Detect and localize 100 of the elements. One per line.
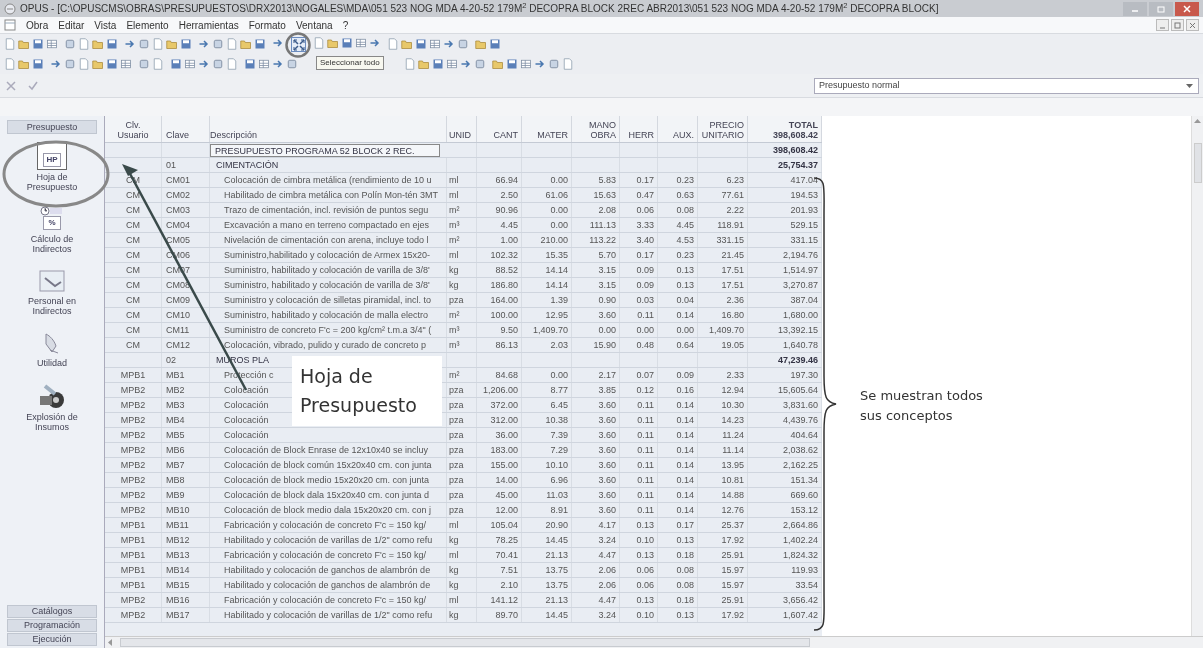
column-header[interactable]: Descripción bbox=[210, 130, 446, 140]
menu-item[interactable]: Ventana bbox=[295, 17, 333, 33]
table-cell: 201.93 bbox=[790, 205, 818, 215]
table-cell: 5.83 bbox=[598, 175, 616, 185]
table-cell: MB1 bbox=[166, 370, 185, 380]
table-cell: 3.60 bbox=[598, 475, 616, 485]
table-cell: 89.70 bbox=[495, 610, 518, 620]
table-cell: MPB1 bbox=[120, 520, 146, 530]
table-cell: m² bbox=[449, 235, 460, 245]
table-cell: 0.11 bbox=[637, 415, 654, 425]
sidebar-tab[interactable]: Programación bbox=[7, 619, 97, 632]
sidebar-tab[interactable]: Catálogos bbox=[7, 605, 97, 618]
menu-item[interactable]: Editar bbox=[58, 17, 85, 33]
table-cell: pza bbox=[449, 505, 464, 515]
table-cell: 14.00 bbox=[495, 475, 518, 485]
table-cell: 3.60 bbox=[598, 460, 616, 470]
table-cell: 3.60 bbox=[598, 415, 616, 425]
table-cell: m³ bbox=[449, 340, 460, 350]
table-cell: CM05 bbox=[166, 235, 190, 245]
menu-item[interactable]: Obra bbox=[26, 17, 49, 33]
table-cell: 1,824.32 bbox=[782, 550, 818, 560]
table-cell: m² bbox=[449, 205, 460, 215]
table-cell: Colocación de block medio 15x20x20 cm. con junta bbox=[224, 475, 430, 485]
menu-item[interactable]: Vista bbox=[94, 17, 117, 33]
table-cell: Fabricación y colocación de concreto F'c = 150 kg/ bbox=[224, 520, 427, 530]
note-text: Se muestran todos sus conceptos bbox=[860, 387, 984, 425]
column-header[interactable]: PRECIO UNITARIO bbox=[701, 120, 744, 140]
table-cell: MB9 bbox=[166, 490, 185, 500]
column-header[interactable]: AUX. bbox=[673, 130, 694, 140]
table-cell: MPB2 bbox=[120, 505, 146, 515]
menu-item[interactable]: Elemento bbox=[126, 17, 169, 33]
sidebar-item[interactable]: % Cálculo de Indirectos bbox=[7, 206, 97, 254]
table-cell: MB8 bbox=[166, 475, 185, 485]
menu-item[interactable]: ? bbox=[342, 17, 349, 33]
table-cell: 6.96 bbox=[550, 475, 568, 485]
column-header[interactable]: UNID bbox=[449, 130, 476, 140]
table-cell: 25.91 bbox=[721, 550, 744, 560]
table-cell: 0.63 bbox=[676, 190, 694, 200]
sidebar-item[interactable]: Explosión de Insumos bbox=[7, 382, 97, 432]
table-cell: 16.80 bbox=[721, 310, 744, 320]
table-cell: MPB2 bbox=[120, 490, 146, 500]
table-cell: 404.64 bbox=[790, 430, 818, 440]
table-cell: MPB1 bbox=[120, 550, 146, 560]
table-cell: CM bbox=[126, 205, 140, 215]
column-header[interactable]: MANO OBRA bbox=[589, 120, 616, 140]
sidebar-item[interactable]: Personal en Indirectos bbox=[7, 268, 97, 316]
table-cell: 0.18 bbox=[676, 595, 694, 605]
table-cell: 0.13 bbox=[676, 280, 694, 290]
table-cell: 0.13 bbox=[676, 610, 694, 620]
table-cell: 0.08 bbox=[676, 580, 694, 590]
table-cell: 17.51 bbox=[721, 265, 744, 275]
column-header[interactable]: CANT bbox=[493, 130, 518, 140]
table-cell: 0.64 bbox=[676, 340, 694, 350]
table-cell: 01 bbox=[166, 160, 176, 170]
table-cell: CM09 bbox=[166, 295, 190, 305]
column-header[interactable]: TOTAL bbox=[788, 120, 818, 130]
table-cell: 4.45 bbox=[500, 220, 518, 230]
column-header[interactable]: MATER bbox=[537, 130, 568, 140]
table-cell: MPB1 bbox=[120, 580, 146, 590]
table-cell: MB11 bbox=[166, 520, 189, 530]
table-cell: 1,206.00 bbox=[482, 385, 518, 395]
table-cell: 2.36 bbox=[726, 295, 744, 305]
table-cell: CM04 bbox=[166, 220, 190, 230]
table-cell: 0.17 bbox=[676, 520, 694, 530]
sidebar-tab[interactable]: Presupuesto bbox=[7, 120, 97, 134]
table-cell: 25.91 bbox=[721, 595, 744, 605]
table-cell: CM01 bbox=[166, 175, 190, 185]
table-cell: 0.13 bbox=[676, 265, 694, 275]
budget-type-dropdown[interactable]: Presupuesto normal bbox=[814, 77, 1199, 94]
table-cell: 17.92 bbox=[721, 535, 744, 545]
sidebar-tab[interactable]: Ejecución bbox=[7, 633, 97, 646]
menu-item[interactable]: Formato bbox=[248, 17, 286, 33]
table-cell: 8.91 bbox=[550, 505, 568, 515]
menu-item[interactable]: Herramientas bbox=[178, 17, 239, 33]
table-cell: Colocación bbox=[224, 415, 269, 425]
table-cell: 14.45 bbox=[545, 535, 568, 545]
table-cell: 0.90 bbox=[598, 295, 616, 305]
column-header[interactable]: Clv. Usuario bbox=[117, 120, 149, 140]
table-cell: 10.10 bbox=[545, 460, 568, 470]
table-cell: 14.88 bbox=[721, 490, 744, 500]
sidebar-item[interactable]: Utilidad bbox=[7, 330, 97, 368]
table-cell: 331.15 bbox=[716, 235, 744, 245]
table-cell: 0.14 bbox=[676, 475, 694, 485]
table-cell: 0.14 bbox=[676, 400, 694, 410]
table-cell: pza bbox=[449, 415, 464, 425]
column-header[interactable]: Clave bbox=[166, 130, 209, 140]
table-cell: m² bbox=[449, 310, 460, 320]
table-cell: 78.25 bbox=[495, 535, 518, 545]
table-cell: 1,402.24 bbox=[782, 535, 818, 545]
table-cell: 4,439.76 bbox=[782, 415, 818, 425]
table-cell: 2.50 bbox=[500, 190, 518, 200]
table-cell: pza bbox=[449, 430, 464, 440]
table-cell: 13,392.15 bbox=[777, 325, 818, 335]
table-cell: m² bbox=[449, 370, 460, 380]
table-cell: kg bbox=[449, 280, 459, 290]
column-header[interactable]: HERR bbox=[628, 130, 654, 140]
table-cell: 331.15 bbox=[790, 235, 818, 245]
table-cell: 2.06 bbox=[598, 580, 616, 590]
table-cell: MB15 bbox=[166, 580, 190, 590]
table-cell: m³ bbox=[449, 325, 460, 335]
